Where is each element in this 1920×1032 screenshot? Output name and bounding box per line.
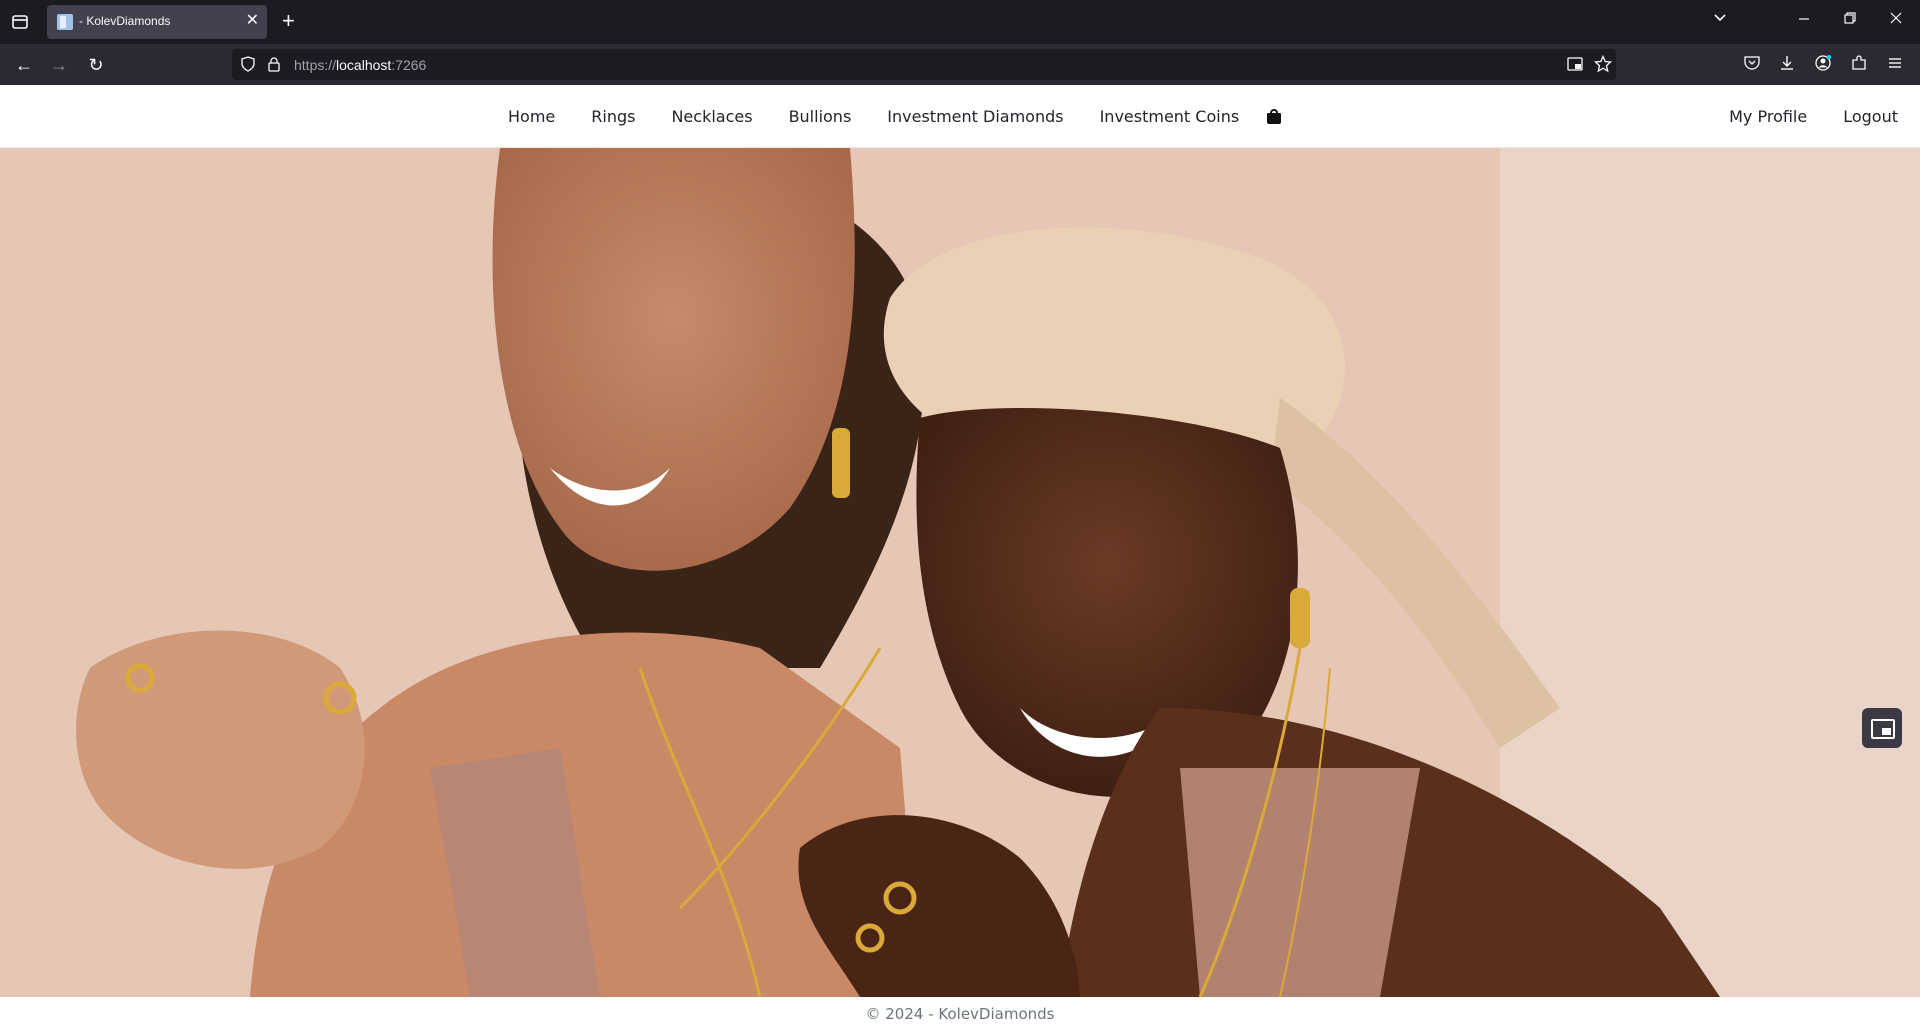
tab-title: - KolevDiamonds [79, 14, 171, 28]
account-nav: My Profile Logout [1693, 85, 1898, 148]
url-host: localhost [336, 57, 392, 73]
minimize-icon[interactable] [1797, 8, 1811, 34]
browser-tab[interactable]: - KolevDiamonds ✕ [47, 5, 267, 39]
hero-image [0, 148, 1920, 997]
site-header: Home Rings Necklaces Bullions Investment… [0, 85, 1920, 148]
back-icon[interactable]: ← [12, 53, 36, 77]
my-profile-link[interactable]: My Profile [1729, 107, 1807, 126]
site-footer: © 2024 - KolevDiamonds [0, 997, 1920, 1032]
shopping-bag-icon[interactable] [1267, 109, 1282, 124]
reload-icon[interactable]: ↻ [84, 53, 108, 77]
logout-link[interactable]: Logout [1843, 107, 1898, 126]
main-nav: Home Rings Necklaces Bullions Investment… [490, 85, 1282, 148]
list-all-tabs-icon[interactable] [1712, 8, 1728, 34]
browser-tab-bar: - KolevDiamonds ✕ + [0, 0, 1920, 44]
hero-video[interactable] [0, 148, 1920, 997]
url-port: :7266 [391, 57, 427, 73]
close-tab-icon[interactable]: ✕ [246, 12, 259, 30]
url-text[interactable]: https://localhost:7266 [294, 57, 426, 73]
restore-icon[interactable] [1843, 8, 1857, 34]
nav-bullions[interactable]: Bullions [771, 107, 870, 126]
nav-investment-diamonds[interactable]: Investment Diamonds [869, 107, 1081, 126]
pocket-icon[interactable] [1743, 54, 1763, 74]
web-page: Home Rings Necklaces Bullions Investment… [0, 85, 1920, 1032]
bookmark-star-icon[interactable] [1593, 54, 1614, 75]
picture-in-picture-url-icon[interactable] [1566, 55, 1586, 75]
picture-in-picture-icon[interactable] [1862, 708, 1902, 748]
footer-copyright: © 2024 - KolevDiamonds [865, 1005, 1055, 1023]
account-icon[interactable] [1814, 54, 1834, 74]
tracking-protection-icon[interactable] [240, 56, 256, 77]
address-bar[interactable]: https://localhost:7266 [232, 49, 1616, 80]
tab-list-icon[interactable] [8, 10, 32, 34]
nav-rings[interactable]: Rings [573, 107, 653, 126]
nav-necklaces[interactable]: Necklaces [653, 107, 770, 126]
nav-investment-coins[interactable]: Investment Coins [1082, 107, 1258, 126]
forward-icon[interactable]: → [47, 53, 71, 77]
url-scheme: https:// [294, 57, 337, 73]
lock-icon[interactable] [266, 56, 282, 77]
close-window-icon[interactable] [1889, 8, 1903, 34]
browser-toolbar: ← → ↻ https://localhost:7266 [0, 44, 1920, 85]
downloads-icon[interactable] [1778, 54, 1798, 74]
extensions-icon[interactable] [1850, 54, 1870, 74]
new-tab-icon[interactable]: + [282, 8, 295, 34]
page-favicon-icon [57, 14, 73, 30]
menu-icon[interactable] [1886, 54, 1906, 74]
nav-home[interactable]: Home [490, 107, 573, 126]
